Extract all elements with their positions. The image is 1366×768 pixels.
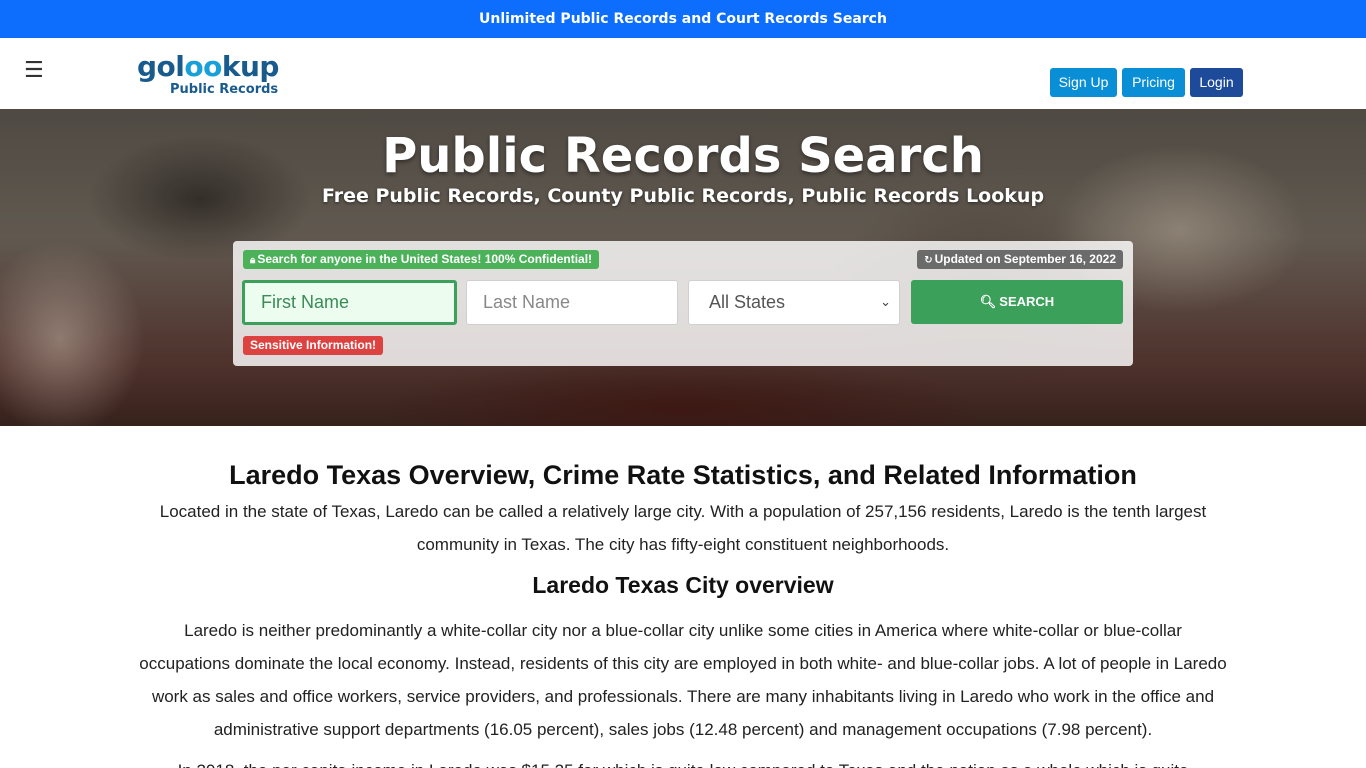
state-select[interactable]: All States ⌄ — [688, 280, 900, 325]
top-banner-text[interactable]: Unlimited Public Records and Court Recor… — [479, 11, 887, 27]
sensitive-info-badge: Sensitive Information! — [243, 336, 384, 355]
first-name-input[interactable]: First Name — [242, 280, 457, 325]
article-subheading: Laredo Texas City overview — [532, 572, 834, 598]
article-intro: Located in the state of Texas, Laredo ca… — [159, 502, 1207, 554]
chevron-down-icon: ⌄ — [880, 295, 891, 310]
hero-title: Public Records Search — [382, 128, 984, 184]
pricing-button[interactable]: Pricing — [1122, 68, 1185, 97]
article-body-continued: In 2018, the per capita income in Laredo… — [138, 754, 1228, 768]
site-logo[interactable]: golookup Public Records — [137, 50, 279, 100]
article-heading: Laredo Texas Overview, Crime Rate Statis… — [229, 460, 1137, 490]
lock-icon: 🔒︎ — [250, 255, 256, 266]
login-button[interactable]: Login — [1190, 68, 1243, 97]
updated-badge: ↻ Updated on September 16, 2022 — [917, 250, 1123, 269]
top-promo-banner[interactable]: Unlimited Public Records and Court Recor… — [0, 0, 1366, 38]
signup-button[interactable]: Sign Up — [1050, 68, 1117, 97]
refresh-icon: ↻ — [924, 255, 933, 266]
article-body: Laredo is neither predominantly a white-… — [139, 621, 1227, 739]
logo-wordmark: golookup — [137, 50, 279, 83]
search-panel: 🔒︎ Search for anyone in the United States… — [233, 241, 1133, 366]
search-button[interactable]: 🔍︎ SEARCH — [911, 280, 1123, 324]
state-select-value: All States — [709, 292, 786, 312]
navbar: ☰ golookup Public Records Sign Up Pricin… — [0, 38, 1366, 109]
last-name-input[interactable]: Last Name — [466, 280, 678, 325]
hamburger-menu-icon[interactable]: ☰ — [24, 60, 46, 82]
search-icon: 🔍︎ — [979, 295, 997, 310]
confidential-badge: 🔒︎ Search for anyone in the United States… — [243, 250, 600, 269]
hero-section: Public Records Search Free Public Record… — [0, 109, 1366, 426]
logo-subtitle: Public Records — [170, 82, 279, 97]
hero-subtitle: Free Public Records, County Public Recor… — [321, 185, 1045, 207]
